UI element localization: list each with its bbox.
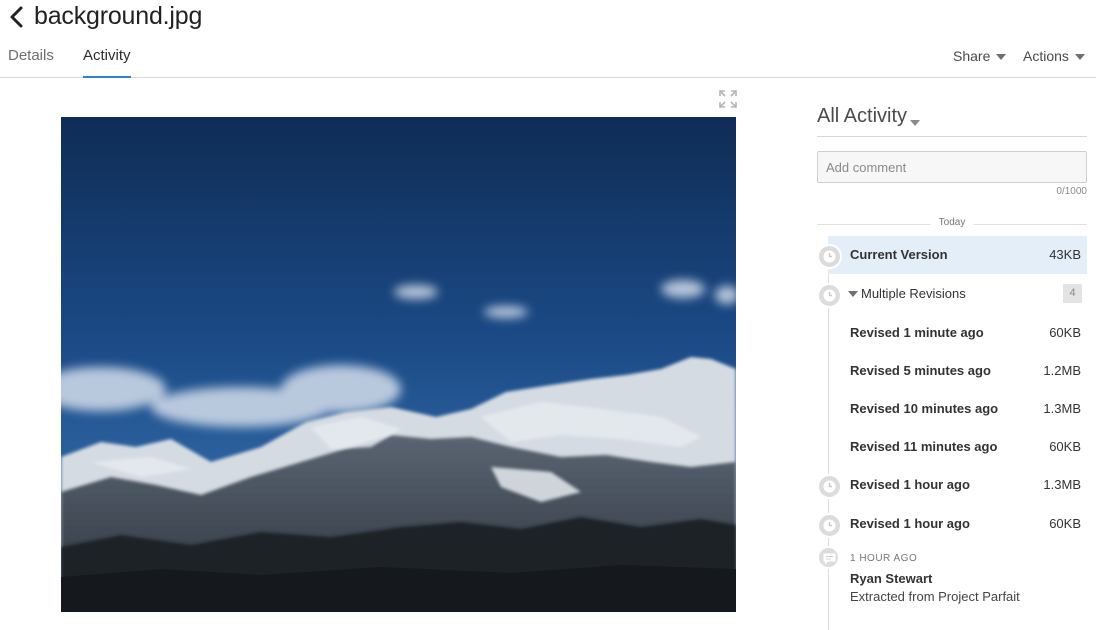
revision-row[interactable]: Revised 1 hour ago 60KB [817,505,1087,543]
back-button[interactable] [6,4,28,30]
actions-menu[interactable]: Actions [1023,48,1085,64]
share-label: Share [953,48,991,64]
caret-down-icon [910,120,920,126]
revision-row[interactable]: Revised 5 minutes ago 1.2MB [817,352,1087,390]
comment-entry: 1 HOUR AGO Ryan Stewart Extracted from P… [817,546,1087,626]
activity-filter-label: All Activity [817,105,908,127]
caret-down-icon [996,53,1007,60]
expand-caret-icon[interactable] [848,291,858,297]
version-size: 43KB [1049,247,1081,262]
fullscreen-icon [719,90,737,108]
day-label: Today [930,217,974,228]
share-menu[interactable]: Share [953,48,1007,64]
tab-details[interactable]: Details [8,47,54,77]
revision-label: Revised 11 minutes ago [850,439,998,454]
revision-label: Revised 1 hour ago [850,516,970,531]
revision-label: Revised 1 hour ago [850,477,970,492]
revision-count-badge: 4 [1063,284,1082,303]
mountain-photo [61,117,736,612]
clock-icon [817,283,842,308]
current-version-row[interactable]: Current Version 43KB [817,236,1087,274]
image-preview [61,117,736,612]
revision-size: 1.3MB [1043,477,1081,492]
clock-icon [817,474,842,499]
expand-button[interactable] [719,90,737,108]
comment-text: Extracted from Project Parfait [850,589,1020,604]
comment-input[interactable] [817,151,1087,183]
revision-size: 1.3MB [1043,401,1081,416]
day-separator: Today [817,217,1087,231]
revision-row[interactable]: Revised 11 minutes ago 60KB [817,428,1087,466]
revision-size: 1.2MB [1043,363,1081,378]
revision-label: Revised 10 minutes ago [850,401,999,416]
clock-icon [817,513,842,538]
revision-size: 60KB [1049,325,1081,340]
activity-filter-dropdown[interactable]: All Activity [817,105,1087,137]
revision-label: Revised 1 minute ago [850,325,984,340]
revision-row[interactable]: Revised 10 minutes ago 1.3MB [817,390,1087,428]
version-label: Current Version [850,247,948,262]
tab-bar: Details Activity Share Actions [0,40,1096,78]
revision-label: Revised 5 minutes ago [850,363,991,378]
comment-timestamp: 1 HOUR AGO [850,553,918,564]
comment-author[interactable]: Ryan Stewart [850,571,932,586]
chevron-left-icon [10,6,23,28]
revision-row[interactable]: Revised 1 minute ago 60KB [817,314,1087,352]
caret-down-icon [1074,53,1085,60]
clock-icon [817,244,842,269]
comment-char-counter: 0/1000 [1056,186,1087,197]
revision-row[interactable]: Revised 1 hour ago 1.3MB [817,466,1087,504]
title-bar: background.jpg [0,0,1096,36]
multiple-revisions-row[interactable]: Multiple Revisions 4 [817,275,1087,313]
speech-bubble-icon [817,546,840,569]
multiple-revisions-label: Multiple Revisions [861,286,966,301]
actions-label: Actions [1023,48,1069,64]
file-title: background.jpg [34,2,203,30]
activity-timeline: Current Version 43KB Multiple Revisions … [817,236,1087,630]
revision-size: 60KB [1049,516,1081,531]
tab-activity[interactable]: Activity [83,47,131,78]
revision-size: 60KB [1049,439,1081,454]
